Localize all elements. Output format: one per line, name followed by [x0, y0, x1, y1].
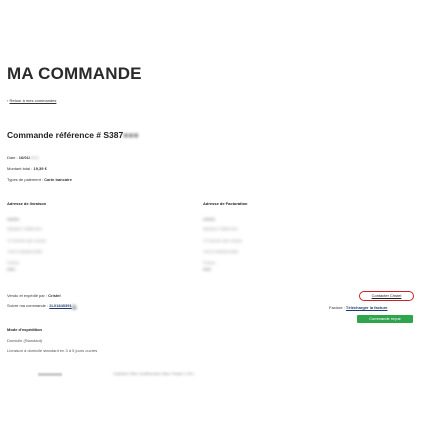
billing-address-line: ▬▬ [203, 266, 211, 271]
order-payment-value: Carte bancaire [44, 177, 72, 182]
tracking-link[interactable]: 2L01840391■■ [49, 303, 76, 308]
shipping-method-title: Mode d'expédition [7, 327, 42, 332]
order-payment: Types de paiement : Carte bancaire [7, 177, 72, 182]
billing-address-line: 72 chemin des roches [203, 238, 243, 243]
tracking-masked: ■■ [71, 303, 77, 308]
sold-by: Vendu et expédié par : Cristel [7, 293, 61, 298]
shipping-address-line: 72 chemin des roches [7, 238, 47, 243]
shipping-address-title: Adresse de livraison [7, 201, 47, 206]
product-name[interactable]: Cafetière filtre multifonction Bleu Past… [113, 371, 195, 376]
shipping-address-line: 74473 VANSICHEN [7, 249, 43, 254]
invoice: Facture : Télécharger la facture [329, 305, 388, 310]
order-date-masked: 2024 [29, 155, 39, 160]
order-reference-label: Commande référence # S387 [7, 130, 124, 140]
billing-address-line: 74473 VANSICHEN [203, 249, 239, 254]
shipping-address-line: France [7, 260, 20, 265]
order-date-value: 16/01/ [18, 155, 30, 160]
order-reference-masked: ■■■ [123, 130, 139, 140]
invoice-label: Facture : [329, 305, 345, 310]
tracking-number: 2L01840391 [49, 303, 72, 308]
product-thumbnail[interactable] [38, 373, 62, 376]
shipping-address-line: Sylvaine Vuillermoz [7, 226, 42, 231]
billing-address-line: Sylvaine Vuillermoz [203, 226, 238, 231]
order-total-label: Montant total : [7, 166, 33, 171]
back-link-label: Retour à mes commandes [9, 98, 57, 103]
sold-by-label: Vendu et expédié par : [7, 293, 48, 298]
back-to-orders-link[interactable]: ‹ Retour à mes commandes [7, 98, 56, 103]
download-invoice-link[interactable]: Télécharger la facture [346, 305, 388, 310]
order-total-value: 19,39 € [33, 166, 47, 171]
shipping-address-line: ▬▬▬ [7, 216, 19, 221]
tracking: Suivre ma commande : 2L01840391■■ [7, 303, 77, 308]
sold-by-value: Cristel [48, 293, 61, 298]
order-status-badge: Commande reçue [357, 315, 413, 323]
order-date: Date : 16/01/2024 [7, 155, 39, 160]
billing-address-line: ▬▬▬ [203, 216, 215, 221]
contact-seller-button[interactable]: Contacter Cristel [359, 291, 414, 301]
shipping-address-line: ▬▬ [7, 266, 15, 271]
shipping-method-detail: Livraison à domicile standard en 3 à 5 j… [7, 348, 98, 353]
order-payment-label: Types de paiement : [7, 177, 44, 182]
order-total: Montant total : 19,39 € [7, 166, 47, 171]
order-date-label: Date : [7, 155, 18, 160]
tracking-label: Suivre ma commande : [7, 303, 49, 308]
shipping-method: Domicile (Standard) [7, 338, 43, 343]
billing-address-line: France [203, 260, 216, 265]
order-reference: Commande référence # S387■■■ [7, 130, 139, 140]
page-title: MA COMMANDE [7, 64, 142, 83]
billing-address-title: Adresse de Facturation [203, 201, 248, 206]
